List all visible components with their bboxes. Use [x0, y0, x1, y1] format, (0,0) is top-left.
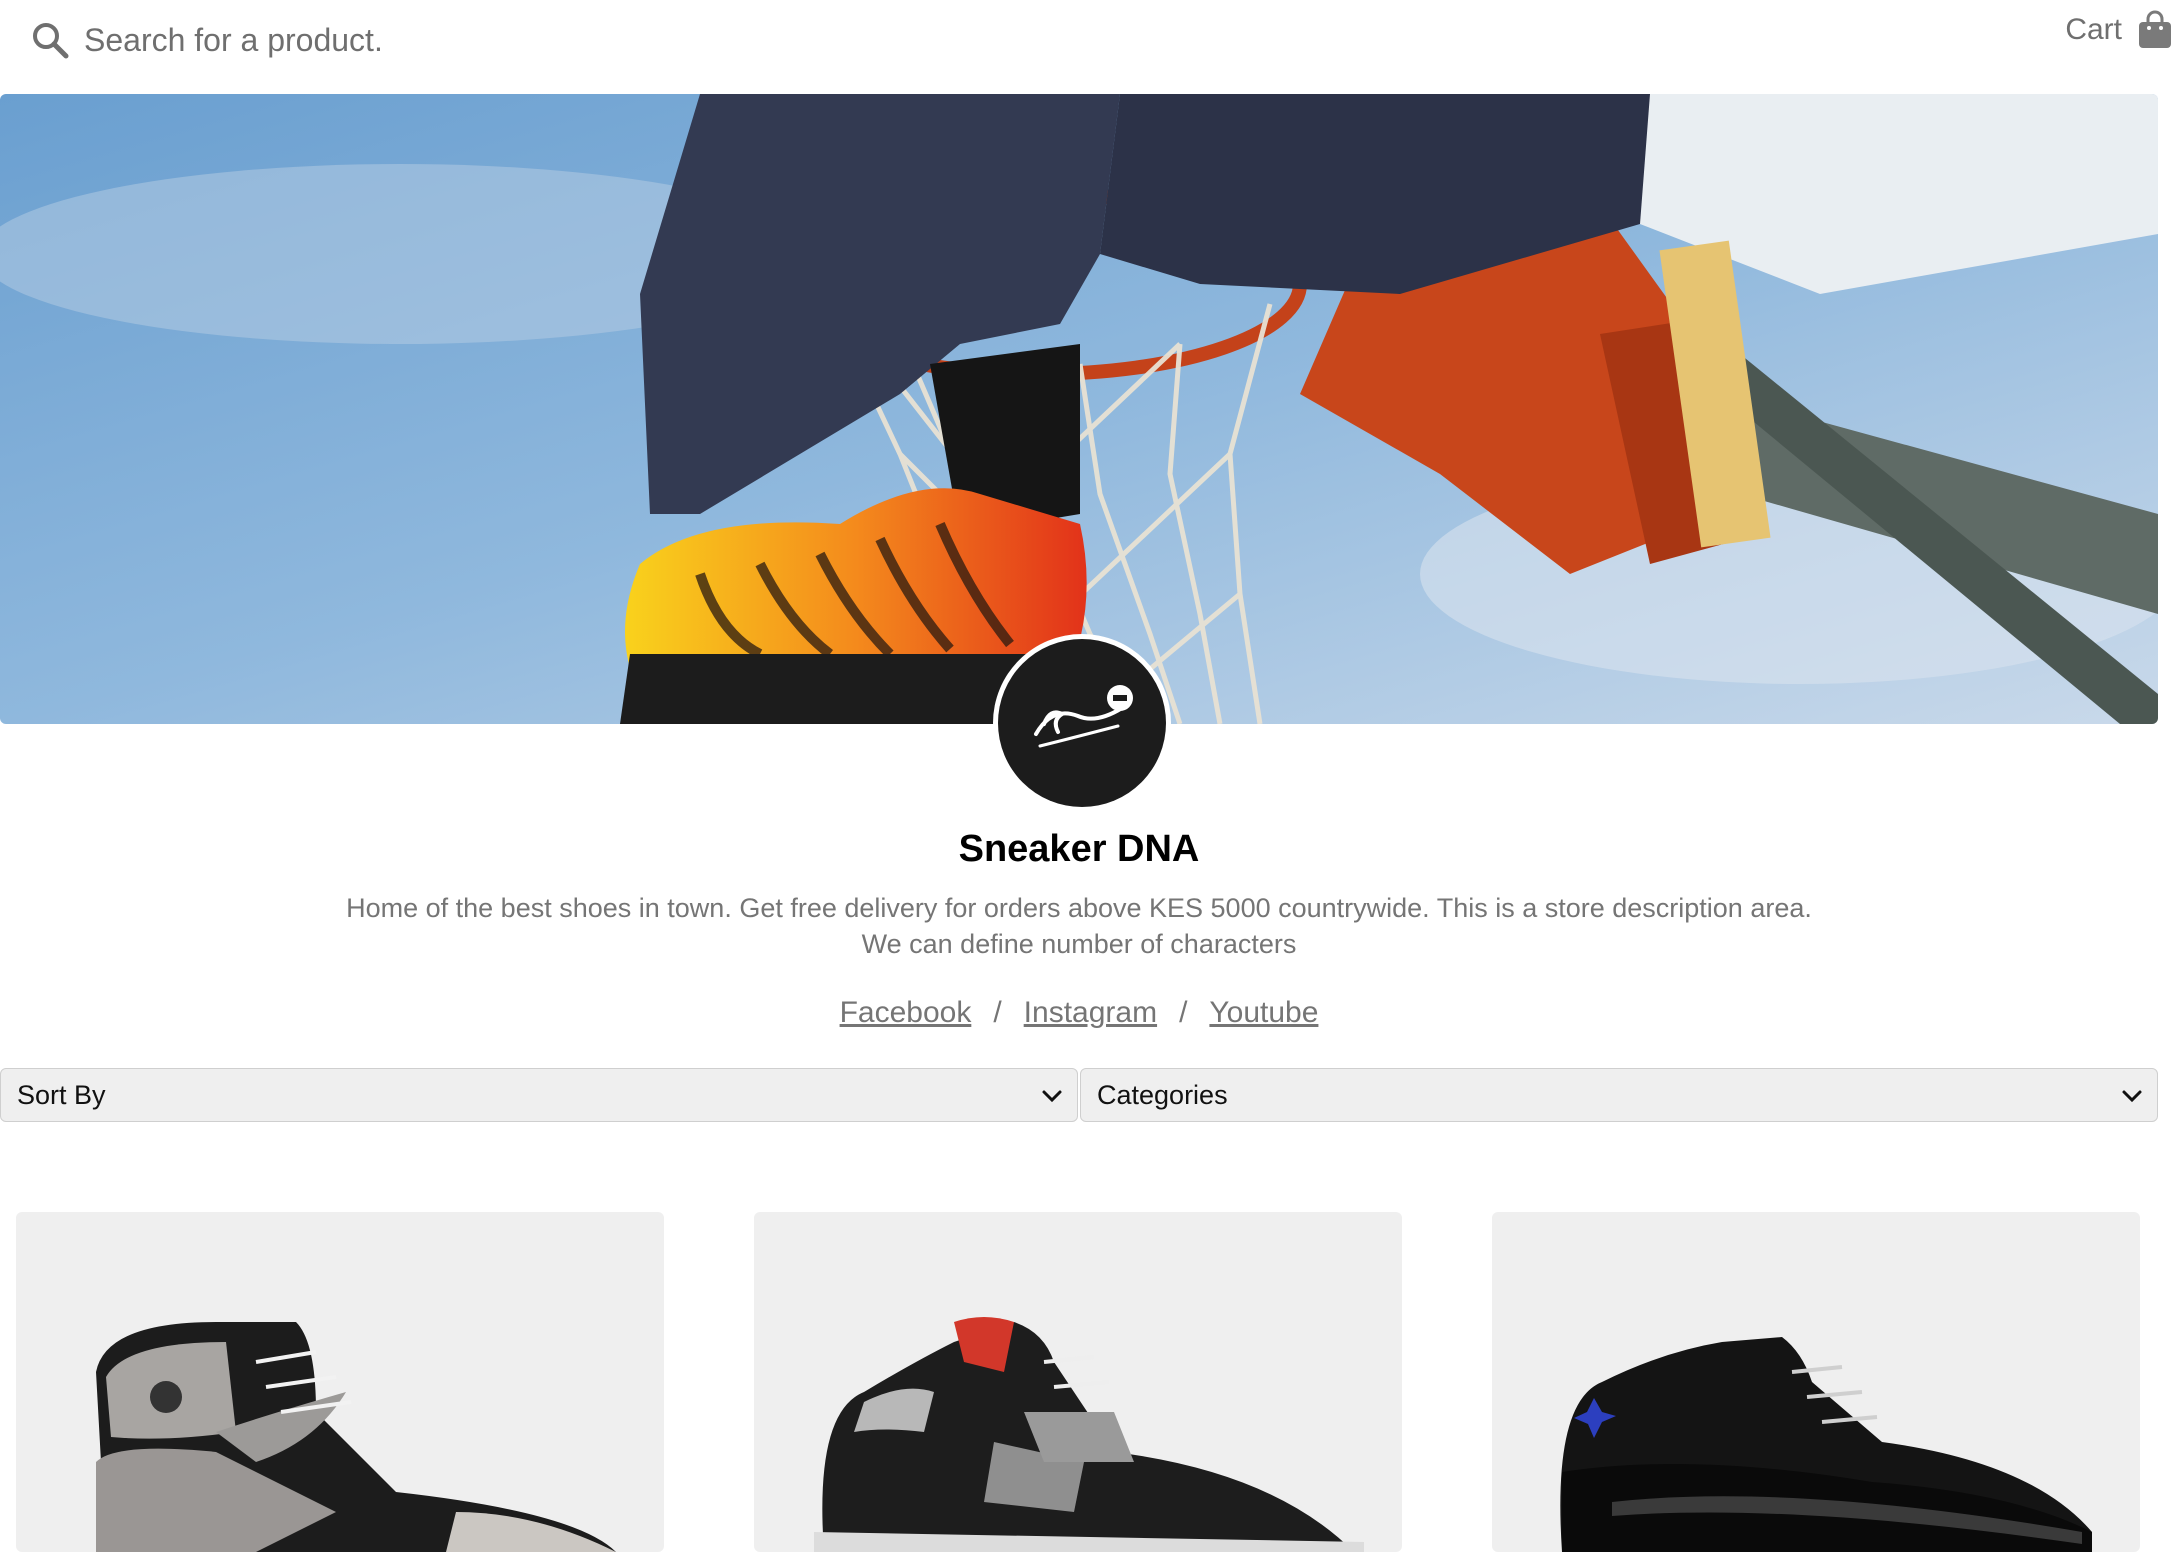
search-bar[interactable]: [30, 18, 930, 62]
social-links: Facebook / Instagram / Youtube: [0, 996, 2158, 1030]
search-icon: [33, 23, 69, 59]
product-card[interactable]: [754, 1212, 1402, 1552]
cart-label: Cart: [2065, 13, 2122, 46]
product-image: [96, 1322, 616, 1552]
categories-select[interactable]: Categories: [1080, 1068, 2158, 1122]
store-description-line-1: Home of the best shoes in town. Get free…: [346, 893, 1812, 923]
hero-image: [0, 94, 2158, 724]
social-separator: /: [993, 996, 1002, 1029]
store-logo: [993, 634, 1171, 812]
chevron-down-icon: [1042, 1090, 1062, 1103]
store-description-line-2: We can define number of characters: [861, 929, 1297, 959]
social-separator: /: [1179, 996, 1188, 1029]
facebook-link[interactable]: Facebook: [840, 996, 972, 1029]
store-name: Sneaker DNA: [958, 828, 1200, 870]
product-card[interactable]: [16, 1212, 664, 1552]
youtube-link[interactable]: Youtube: [1209, 996, 1318, 1029]
sneaker-dna-logo-icon: [1034, 685, 1133, 748]
hero-banner: [0, 94, 2158, 724]
sort-by-select[interactable]: Sort By: [0, 1068, 1078, 1122]
chevron-down-icon: [2122, 1090, 2142, 1103]
sort-by-label: Sort By: [17, 1079, 106, 1110]
search-input[interactable]: [84, 21, 904, 59]
shopping-bag-icon: [2139, 10, 2171, 48]
product-image: [1560, 1337, 2092, 1552]
product-image: [814, 1317, 1364, 1552]
filter-bar: Sort By Categories: [0, 1068, 2158, 1122]
top-bar: Cart: [0, 0, 2178, 94]
instagram-link[interactable]: Instagram: [1024, 996, 1157, 1029]
store-description: Home of the best shoes in town. Get free…: [0, 890, 2158, 962]
cart-button[interactable]: Cart: [2065, 10, 2174, 50]
product-card[interactable]: [1492, 1212, 2140, 1552]
categories-label: Categories: [1097, 1079, 1228, 1110]
